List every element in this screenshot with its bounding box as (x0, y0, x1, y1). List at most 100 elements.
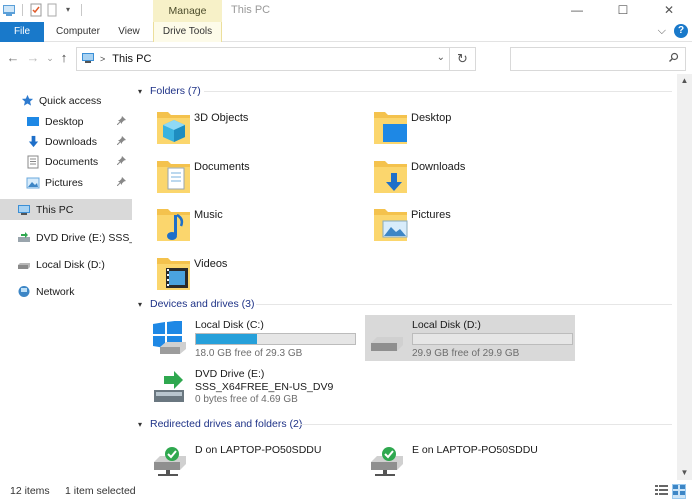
pin-icon[interactable] (116, 136, 126, 147)
pin-icon[interactable] (116, 116, 126, 127)
folder-desktop[interactable]: Desktop (371, 104, 581, 150)
nav-item-this-pc[interactable]: This PC (0, 199, 132, 220)
desktop-icon (26, 115, 40, 129)
nav-item-label: Downloads (45, 135, 97, 148)
maximize-button[interactable]: ☐ (600, 0, 646, 20)
refresh-button[interactable]: ↻ (449, 47, 475, 71)
address-row: ← → ⌄ ↑ > This PC ⌄ ↻ (0, 43, 692, 73)
folder-label: Music (194, 209, 223, 221)
nav-item-downloads[interactable]: Downloads (0, 131, 132, 152)
drive-usage-bar (412, 333, 573, 345)
search-icon[interactable] (668, 52, 679, 66)
nav-item-documents[interactable]: Documents (0, 151, 132, 172)
minimize-button[interactable]: — (554, 0, 600, 20)
drive-free-space: 29.9 GB free of 29.9 GB (412, 348, 520, 359)
tiles-view-icon[interactable] (672, 484, 686, 499)
chevron-down-icon[interactable]: ▾ (138, 87, 148, 96)
explorer-app-icon[interactable] (2, 3, 16, 17)
videos-folder-icon (154, 250, 194, 294)
nav-item-quick-access[interactable]: Quick access (0, 90, 132, 111)
details-view-icon[interactable] (655, 484, 668, 499)
folder-music[interactable]: Music (154, 201, 364, 247)
documents-folder-icon (154, 153, 194, 197)
folder-label: Documents (194, 161, 250, 173)
nav-item-dvd-drive[interactable]: DVD Drive (E:) SSS_X6 (0, 227, 132, 248)
address-bar[interactable]: > This PC ⌄ ↻ (76, 47, 476, 71)
breadcrumb-separator[interactable]: > (100, 54, 105, 64)
drive-volume-label: SSS_X64FREE_EN-US_DV9 (195, 381, 334, 393)
scroll-down-button[interactable]: ▼ (677, 466, 692, 480)
recent-locations-button[interactable]: ⌄ (43, 50, 57, 66)
pc-icon (81, 52, 95, 67)
nav-item-network[interactable]: Network (0, 281, 132, 302)
pc-icon (17, 203, 31, 217)
nav-item-local-disk-d[interactable]: Local Disk (D:) (0, 254, 132, 275)
download-icon (26, 135, 40, 149)
pin-icon[interactable] (116, 156, 126, 167)
nav-item-label: This PC (36, 203, 74, 216)
group-title: Devices and drives (3) (150, 298, 255, 310)
nav-item-desktop[interactable]: Desktop (0, 111, 132, 132)
chevron-down-icon[interactable]: ▾ (138, 420, 148, 429)
folder-3d-objects[interactable]: 3D Objects (154, 104, 364, 150)
drive-local-disk-c[interactable]: Local Disk (C:) 18.0 GB free of 29.3 GB (148, 315, 358, 361)
folder-videos[interactable]: Videos (154, 250, 364, 296)
pictures-icon (26, 176, 40, 190)
vertical-scrollbar[interactable]: ▲ ▼ (677, 74, 692, 480)
customize-toolbar-icon[interactable]: ▾ (61, 3, 75, 17)
windows-drive-icon (152, 320, 188, 357)
manage-contextual-tab[interactable]: Manage (153, 0, 222, 22)
group-header-folders[interactable]: ▾ Folders (7) (138, 83, 672, 99)
address-dropdown-icon[interactable]: ⌄ (437, 52, 445, 63)
selection-count: 1 item selected (65, 485, 136, 497)
quick-access-toolbar: ▾ (2, 3, 86, 17)
chevron-down-icon[interactable]: ▾ (138, 300, 148, 309)
group-divider (204, 91, 672, 92)
window-controls: — ☐ ✕ (554, 0, 692, 20)
view-switcher (655, 484, 686, 499)
up-button[interactable]: ↑ (57, 50, 71, 66)
ribbon-tabs: File Computer View Drive Tools ⌵ ? (0, 22, 692, 42)
drive-usage-fill (196, 334, 258, 344)
breadcrumb-this-pc[interactable]: This PC (112, 53, 151, 65)
drive-local-disk-d[interactable]: Local Disk (D:) 29.9 GB free of 29.9 GB (365, 315, 575, 361)
toolbar-divider (22, 4, 23, 16)
expand-ribbon-icon[interactable]: ⌵ (658, 25, 666, 38)
folder-label: Downloads (411, 161, 466, 173)
nav-item-pictures[interactable]: Pictures (0, 172, 132, 193)
folder-documents[interactable]: Documents (154, 153, 364, 199)
group-header-redirected[interactable]: ▾ Redirected drives and folders (2) (138, 416, 672, 432)
redirected-drive-d[interactable]: D on LAPTOP-PO50SDDU (148, 436, 358, 482)
drive-name: Local Disk (D:) (412, 319, 481, 331)
drive-dvd-e[interactable]: DVD Drive (E:) SSS_X64FREE_EN-US_DV9 0 b… (148, 364, 358, 412)
dvd-drive-icon (152, 370, 188, 406)
documents-icon (26, 155, 40, 169)
tab-drive-tools[interactable]: Drive Tools (153, 22, 222, 42)
new-folder-icon[interactable] (45, 3, 59, 17)
back-button[interactable]: ← (6, 50, 20, 66)
music-folder-icon (154, 201, 194, 245)
tab-file[interactable]: File (0, 22, 44, 42)
tab-computer[interactable]: Computer (50, 22, 106, 42)
properties-icon[interactable] (29, 3, 43, 17)
folder-label: 3D Objects (194, 112, 249, 124)
redirected-drive-e[interactable]: E on LAPTOP-PO50SDDU (365, 436, 575, 482)
group-divider (256, 304, 672, 305)
folder-downloads[interactable]: Downloads (371, 153, 581, 199)
network-drive-icon (369, 442, 405, 478)
folder-label: Desktop (411, 112, 452, 124)
forward-button[interactable]: → (26, 50, 40, 66)
help-icon[interactable]: ? (674, 24, 688, 38)
disk-icon (17, 258, 31, 272)
nav-item-label: Local Disk (D:) (36, 258, 105, 271)
group-header-devices[interactable]: ▾ Devices and drives (3) (138, 296, 672, 312)
search-box[interactable] (510, 47, 686, 71)
folder-pictures[interactable]: Pictures (371, 201, 581, 247)
search-input[interactable] (515, 49, 665, 69)
network-drive-icon (152, 442, 188, 478)
pin-icon[interactable] (116, 177, 126, 188)
tab-view[interactable]: View (112, 22, 146, 42)
close-button[interactable]: ✕ (646, 0, 692, 20)
scroll-up-button[interactable]: ▲ (677, 74, 692, 88)
file-view: ▾ Folders (7) 3D Objects Desktop Documen… (134, 74, 676, 480)
